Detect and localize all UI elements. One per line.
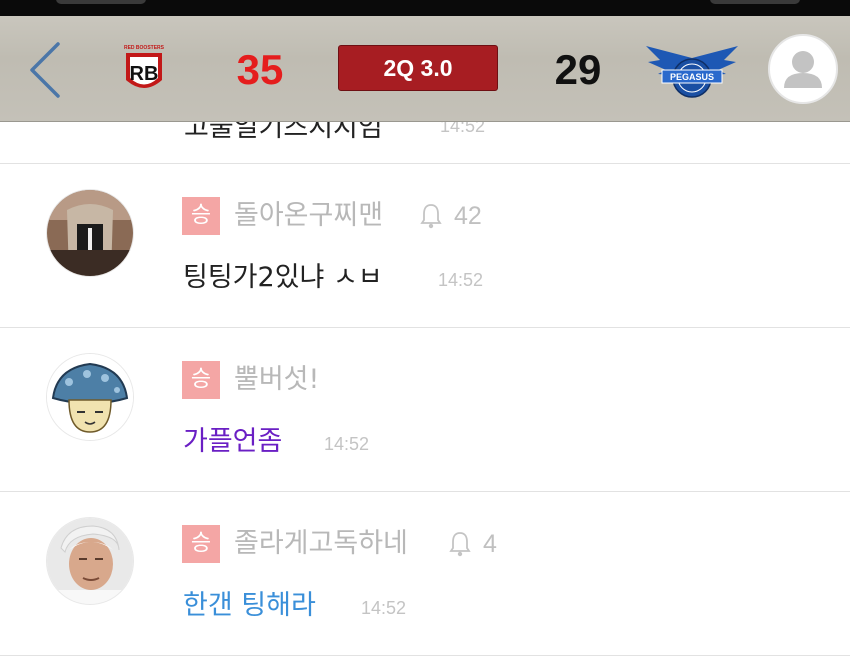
away-team-logo: PEGASUS xyxy=(644,40,740,100)
like-count: 4 xyxy=(483,530,497,558)
chat-list[interactable]: 고물일기즈지지엄 14:52 승 돌아온구찌맨 42 팅팅가2있냐 ㅅㅂ 14:… xyxy=(0,122,850,671)
win-badge: 승 xyxy=(182,525,220,563)
back-button[interactable] xyxy=(22,38,72,102)
nickname[interactable]: 뿔버섯! xyxy=(234,361,319,399)
masked-person-avatar[interactable] xyxy=(47,190,133,276)
chat-row[interactable]: 승 돌아온구찌맨 42 팅팅가2있냐 ㅅㅂ 14:52 xyxy=(0,164,850,328)
message-text: 한갠 팅해라 xyxy=(183,590,316,621)
win-badge: 승 xyxy=(182,197,220,235)
status-icons xyxy=(710,0,800,4)
away-score: 29 xyxy=(554,46,602,93)
mushroom-avatar[interactable] xyxy=(47,354,133,440)
status-bar xyxy=(0,0,850,16)
win-badge: 승 xyxy=(182,361,220,399)
old-man-avatar[interactable] xyxy=(47,518,133,604)
score-header: RED BOOSTERS RB 35 2Q 3.0 29 PEGASUS xyxy=(0,16,850,122)
like-count: 42 xyxy=(454,202,482,230)
home-team-logo: RED BOOSTERS RB xyxy=(122,40,166,98)
status-time xyxy=(56,0,146,4)
message-text: 팅팅가2있냐 ㅅㅂ xyxy=(183,262,383,293)
bell-icon xyxy=(449,532,471,557)
home-team-logo-caption: RED BOOSTERS xyxy=(124,45,165,51)
profile-button[interactable] xyxy=(768,34,838,104)
message-text: 가플언좀 xyxy=(183,426,283,457)
away-team-logo-text: PEGASUS xyxy=(670,72,714,82)
chevron-left-icon xyxy=(30,42,60,98)
home-team-logo-text: RB xyxy=(130,63,159,85)
nickname[interactable]: 돌아온구찌맨 xyxy=(234,197,383,235)
message-time: 14:52 xyxy=(361,598,407,618)
chat-row[interactable]: 승 졸라게고독하네 4 한갠 팅해라 14:52 xyxy=(0,492,850,656)
user-icon xyxy=(784,51,822,88)
bell-icon xyxy=(420,204,442,229)
message-time: 14:52 xyxy=(438,270,484,290)
message-time: 14:52 xyxy=(324,434,370,454)
message-text: 고물일기즈지지엄 xyxy=(184,122,383,143)
chat-row-partial[interactable]: 고물일기즈지지엄 14:52 xyxy=(0,122,850,164)
quarter-clock: 2Q 3.0 xyxy=(338,45,498,91)
chat-row[interactable]: 승 뿔버섯! 가플언좀 14:52 xyxy=(0,328,850,492)
message-time: 14:52 xyxy=(440,122,486,136)
home-score: 35 xyxy=(236,46,284,93)
nickname[interactable]: 졸라게고독하네 xyxy=(234,525,408,563)
